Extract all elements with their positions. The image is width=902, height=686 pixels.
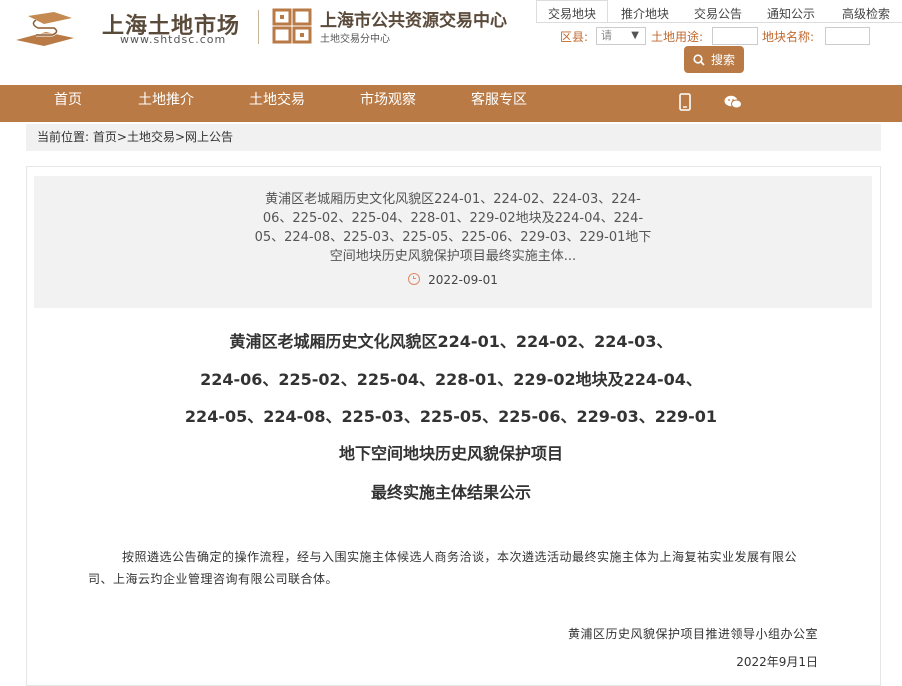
parcel-name-input[interactable] [825, 27, 870, 45]
breadcrumb-prefix: 当前位置: [37, 130, 90, 144]
article-body: 按照遴选公告确定的操作流程，经与入围实施主体候选人商务洽谈，本次遴选活动最终实施… [88, 550, 798, 586]
article-signature: 黄浦区历史风貌保护项目推进领导小组办公室 [567, 627, 818, 641]
article-title-line-2: 224-06、225-02、225-04、228-01、229-02地块及224… [200, 370, 702, 389]
summary-text: 黄浦区老城厢历史文化风貌区224-01、224-02、224-03、224-06… [254, 192, 652, 264]
tab-notifications[interactable]: 通知公示 [754, 0, 828, 22]
breadcrumb-online-notice[interactable]: 网上公告 [185, 130, 233, 144]
search-tabs: 交易地块 推介地块 交易公告 通知公示 高级检索 [536, 0, 902, 22]
mobile-icon[interactable] [679, 93, 691, 111]
breadcrumb-land-trade[interactable]: 土地交易 [127, 130, 175, 144]
nav-service[interactable]: 客服专区 [471, 85, 527, 122]
article-summary: 黄浦区老城厢历史文化风貌区224-01、224-02、224-03、224-06… [34, 176, 872, 308]
article-sign-date: 2022年9月1日 [736, 655, 818, 669]
center-title: 上海市公共资源交易中心 [320, 11, 507, 31]
district-select[interactable]: 请 ▼ [596, 27, 646, 45]
summary-date: 2022-09-01 [34, 273, 872, 287]
summary-date-value: 2022-09-01 [428, 273, 498, 287]
article-title-line-5: 最终实施主体结果公示 [370, 483, 531, 502]
chevron-down-icon: ▼ [631, 30, 639, 41]
nav-market-watch[interactable]: 市场观察 [360, 85, 416, 122]
search-button-label: 搜索 [710, 53, 735, 67]
site-logo[interactable]: 上海土地市场 www.shtdsc.com [14, 6, 244, 48]
article-title-line-4: 地下空间地块历史风貌保护项目 [338, 444, 563, 463]
breadcrumb: 当前位置: 首页>土地交易>网上公告 [26, 124, 881, 151]
breadcrumb-sep: > [174, 130, 186, 144]
article-title-line-3: 224-05、224-08、225-03、225-05、225-06、229-0… [184, 407, 718, 426]
logo-divider [258, 10, 259, 44]
wechat-icon[interactable] [724, 95, 742, 109]
center-subtitle: 土地交易分中心 [320, 34, 390, 45]
tab-trade-parcels[interactable]: 交易地块 [536, 0, 608, 22]
tab-trade-notices[interactable]: 交易公告 [682, 0, 754, 22]
search-button[interactable]: 搜索 [684, 46, 744, 73]
parcel-name-label: 地块名称: [762, 30, 815, 44]
nav-land-promotion[interactable]: 土地推介 [138, 85, 194, 122]
resource-center-logo-icon [272, 8, 312, 44]
nav-home[interactable]: 首页 [54, 85, 82, 122]
district-label: 区县: [560, 30, 589, 44]
main-nav: 首页 土地推介 土地交易 市场观察 客服专区 [0, 85, 902, 122]
nav-land-trade[interactable]: 土地交易 [249, 85, 305, 122]
tab-promo-parcels[interactable]: 推介地块 [608, 0, 682, 22]
land-use-label: 土地用途: [651, 30, 704, 44]
tab-advanced-search[interactable]: 高级检索 [828, 0, 902, 22]
shtdsc-logo-icon [16, 12, 74, 46]
clock-icon [408, 273, 421, 285]
article-title-line-1: 黄浦区老城厢历史文化风貌区224-01、224-02、224-03、 [229, 332, 673, 351]
district-select-value: 请 [601, 29, 612, 42]
tabs-divider [536, 22, 902, 23]
site-url: www.shtdsc.com [120, 33, 227, 46]
breadcrumb-sep: > [116, 130, 127, 144]
search-icon [693, 53, 705, 66]
breadcrumb-home[interactable]: 首页 [93, 130, 117, 144]
land-use-input[interactable] [712, 27, 758, 45]
